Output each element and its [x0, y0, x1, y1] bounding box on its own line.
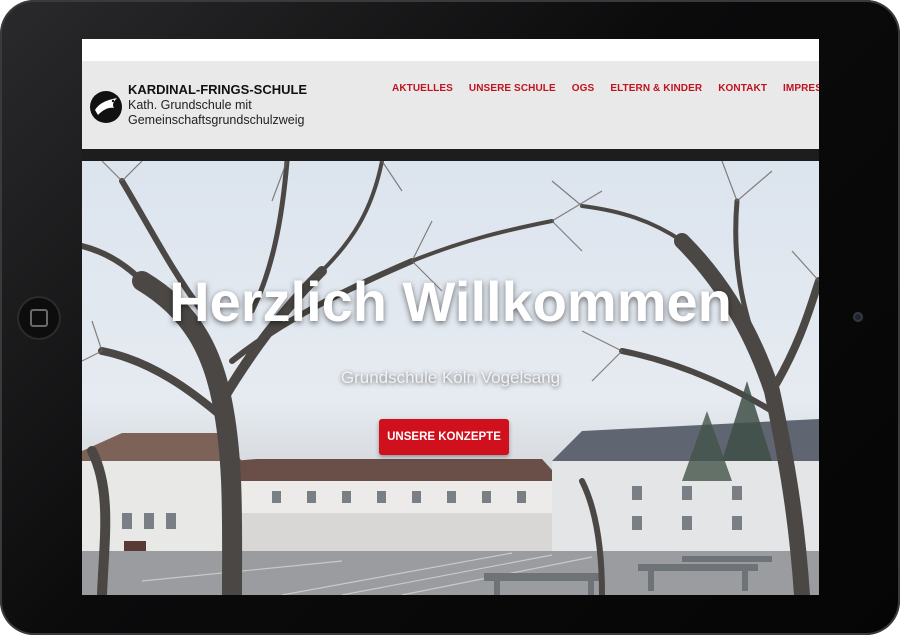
nav-item-impressum[interactable]: IMPRESSUM: [783, 83, 819, 94]
site-header: KARDINAL-FRINGS-SCHULE Kath. Grundschule…: [82, 61, 819, 149]
unsere-konzepte-button[interactable]: UNSERE KONZEPTE: [379, 419, 509, 455]
tablet-frame: KARDINAL-FRINGS-SCHULE Kath. Grundschule…: [0, 0, 900, 635]
dove-icon[interactable]: [86, 88, 126, 124]
hero-subtitle: Grundschule Köln Vogelsang: [340, 368, 561, 387]
home-square-icon: [30, 309, 48, 327]
browser-screen: KARDINAL-FRINGS-SCHULE Kath. Grundschule…: [82, 39, 819, 595]
nav-item-kontakt[interactable]: KONTAKT: [718, 83, 767, 94]
home-button[interactable]: [17, 296, 61, 340]
nav-item-unsere-schule[interactable]: UNSERE SCHULE: [469, 83, 556, 94]
camera-icon: [853, 312, 863, 322]
site-subtitle-line1: Kath. Grundschule mit: [128, 98, 252, 112]
hero-title: Herzlich Willkommen: [169, 270, 732, 333]
nav-item-eltern-kinder[interactable]: ELTERN & KINDER: [610, 83, 702, 94]
top-bar: [82, 39, 819, 61]
nav-item-aktuelles[interactable]: AKTUELLES: [392, 83, 453, 94]
header-divider: [82, 149, 819, 161]
site-subtitle-line2: Gemeinschaftsgrundschulzweig: [128, 113, 305, 127]
nav-item-ogs[interactable]: OGS: [572, 83, 595, 94]
site-subtitle: Kath. Grundschule mit Gemeinschaftsgrund…: [128, 98, 304, 128]
hero-section: Herzlich Willkommen Grundschule Köln Vog…: [82, 161, 819, 595]
main-nav: AKTUELLES UNSERE SCHULE OGS ELTERN & KIN…: [392, 83, 819, 94]
site-title[interactable]: KARDINAL-FRINGS-SCHULE: [128, 82, 307, 97]
